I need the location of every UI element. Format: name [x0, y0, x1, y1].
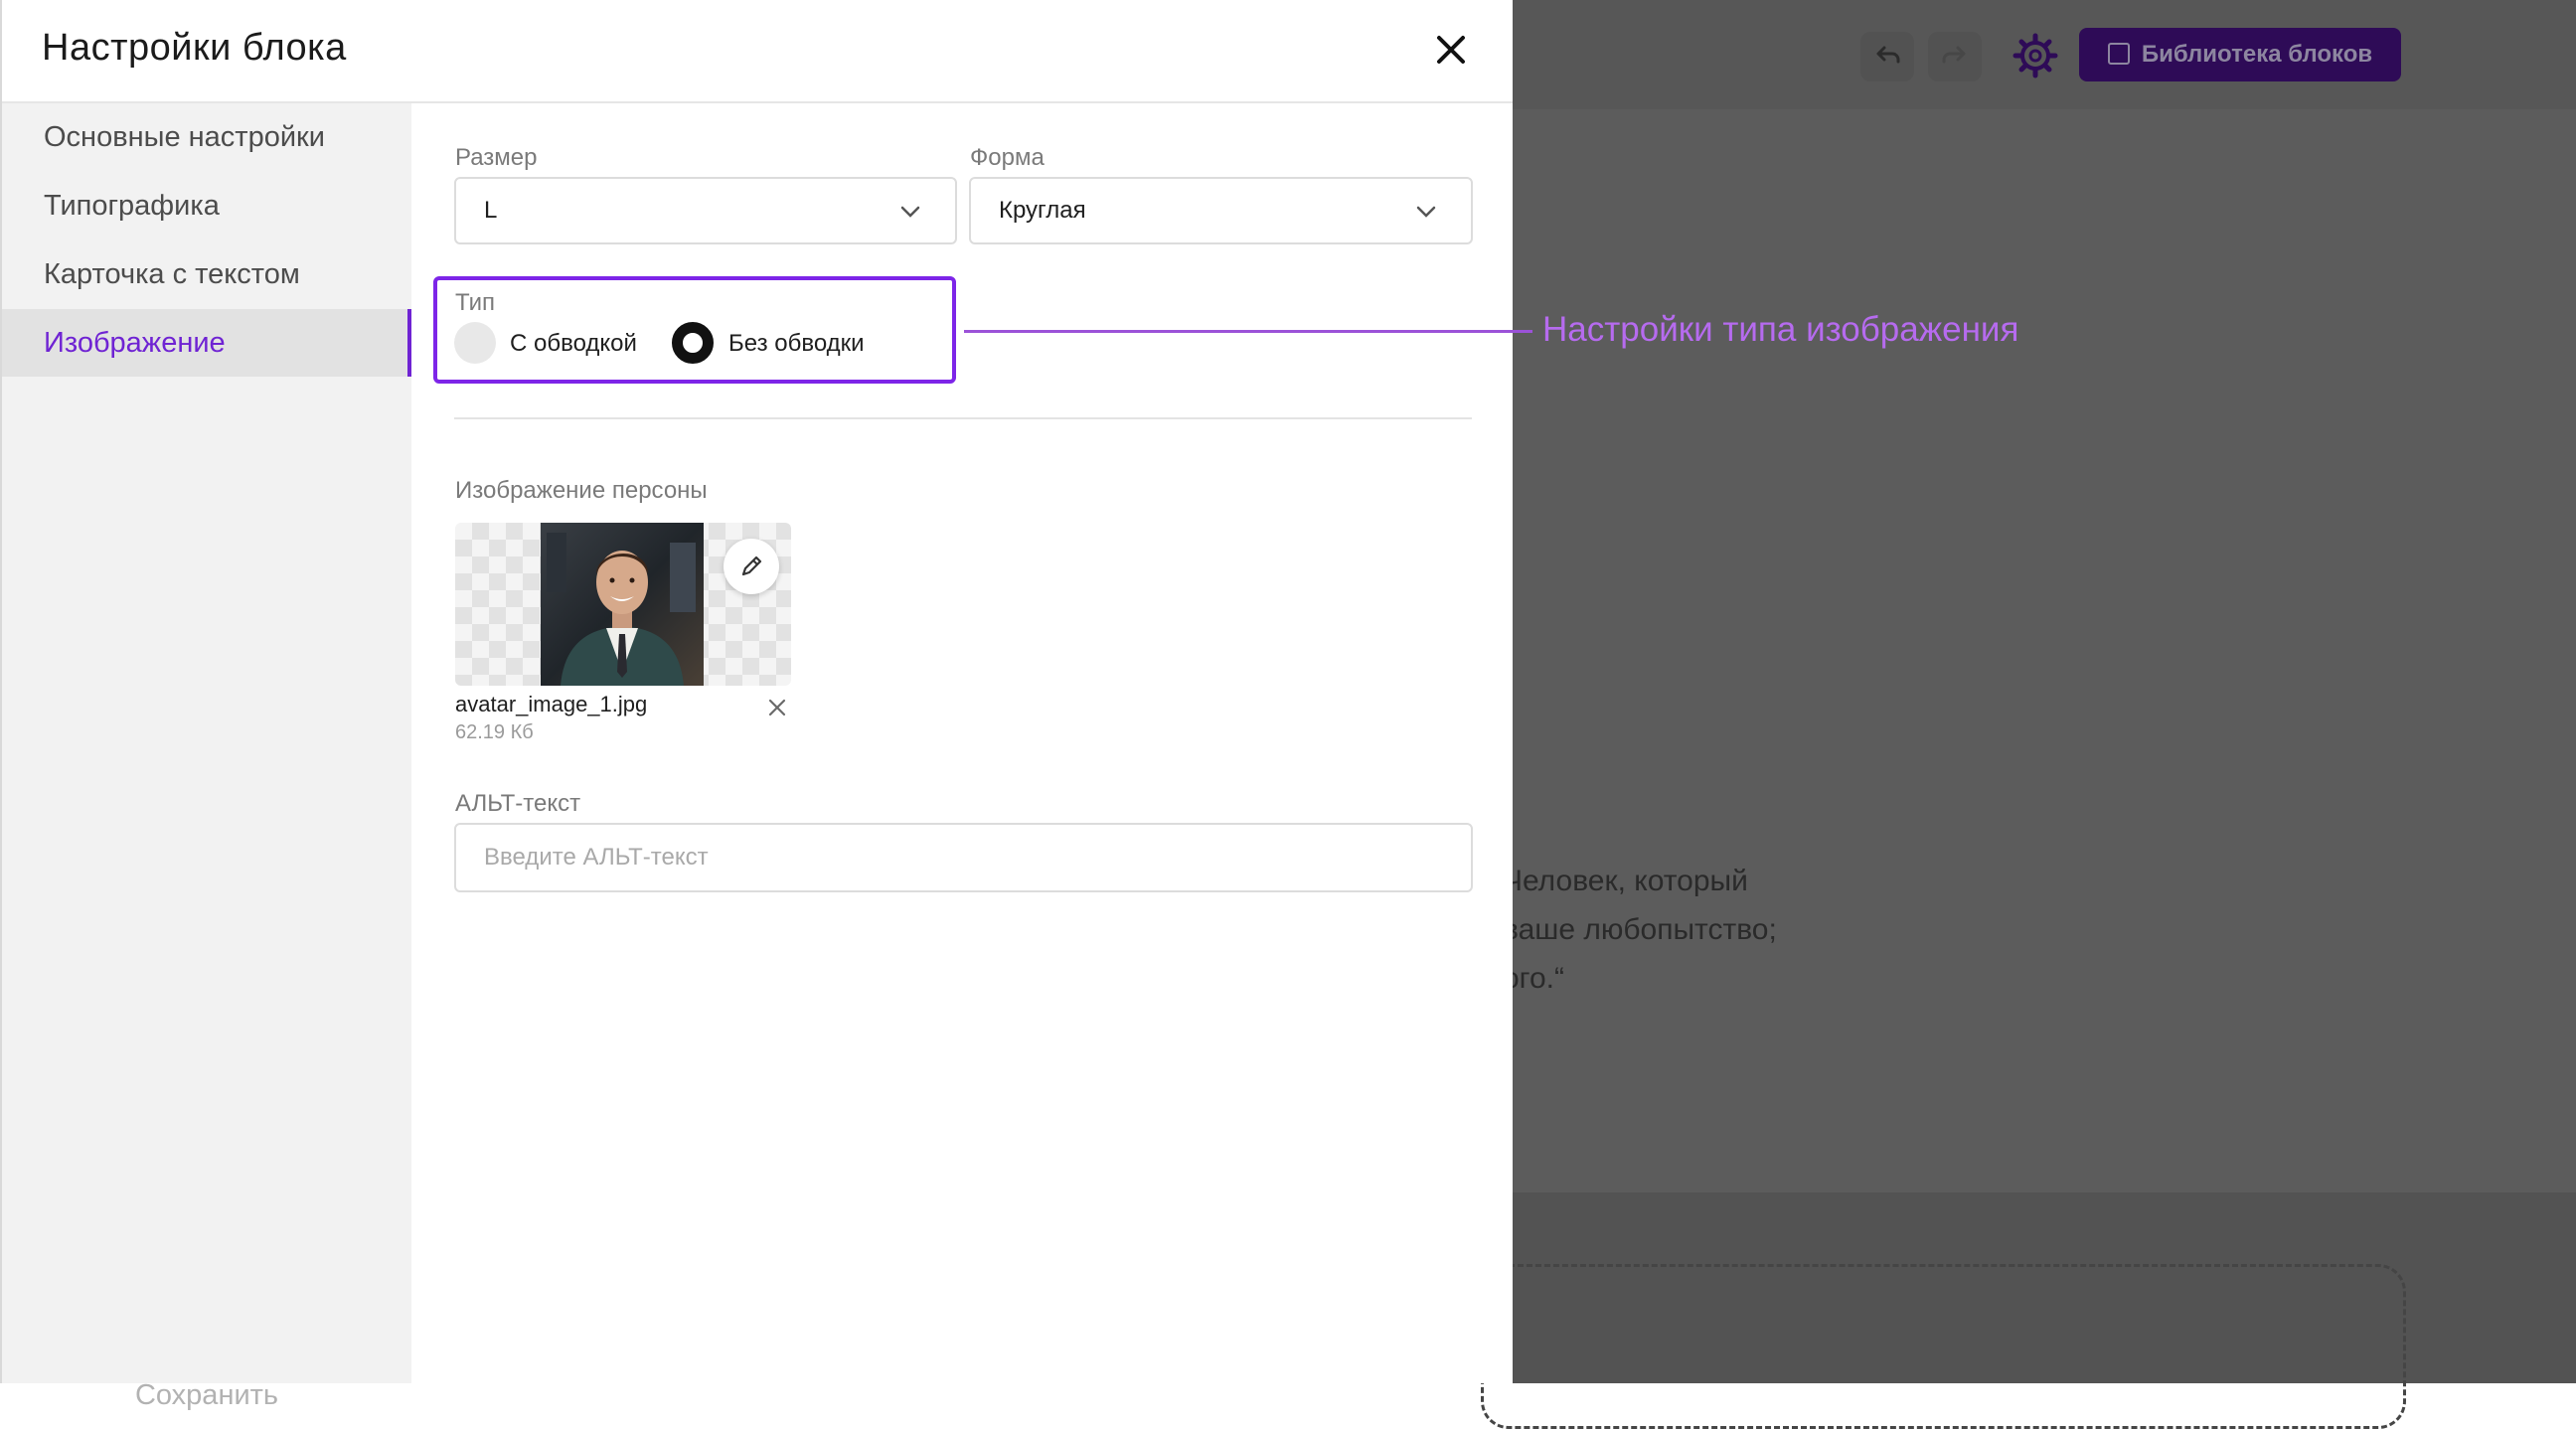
alt-text-label: АЛЬТ-текст: [455, 790, 581, 817]
drop-zone: [1481, 1264, 2406, 1429]
radio-with-border[interactable]: [454, 322, 496, 364]
chevron-down-icon: [1416, 206, 1436, 218]
sidebar-item-text-card[interactable]: Карточка с текстом: [2, 240, 411, 308]
annotation-line: [964, 330, 1532, 333]
image-file-name: avatar_image_1.jpg: [455, 692, 648, 716]
shape-value: Круглая: [999, 197, 1086, 224]
shape-label: Форма: [970, 144, 1045, 171]
undo-icon[interactable]: [1860, 32, 1914, 81]
size-select[interactable]: L: [454, 177, 957, 244]
remove-image-button[interactable]: [765, 696, 789, 719]
gear-icon[interactable]: [2010, 30, 2061, 81]
shape-select[interactable]: Круглая: [969, 177, 1473, 244]
chevron-down-icon: [900, 206, 920, 218]
type-label: Тип: [455, 289, 496, 316]
save-button[interactable]: Сохранить: [2, 1379, 411, 1412]
size-label: Размер: [455, 144, 538, 171]
divider: [454, 417, 1472, 419]
quote-line: Человек, который: [1503, 865, 1748, 897]
size-value: L: [484, 197, 498, 224]
library-icon: [2107, 43, 2130, 65]
person-image-label: Изображение персоны: [455, 477, 708, 504]
image-file-size: 62.19 Кб: [455, 721, 534, 743]
alt-text-input[interactable]: [454, 823, 1473, 892]
close-icon: [768, 699, 786, 716]
background-quote: Человек, который ваше любопытство; ого.“: [1503, 857, 1777, 1003]
panel-title: Настройки блока: [42, 27, 347, 69]
block-library-label: Библиотека блоков: [2141, 41, 2373, 68]
close-button[interactable]: [1431, 30, 1471, 70]
block-settings-panel: Настройки блока Основные настройки Типог…: [0, 0, 1513, 1411]
person-photo: [541, 523, 704, 686]
radio-without-border[interactable]: [672, 322, 714, 364]
close-icon: [1437, 36, 1465, 64]
block-library-button[interactable]: Библиотека блоков: [2079, 28, 2401, 81]
settings-sidebar: Основные настройки Типографика Карточка …: [2, 103, 411, 1411]
radio-without-border-label[interactable]: Без обводки: [728, 330, 865, 358]
annotation-text: Настройки типа изображения: [1542, 310, 2019, 349]
sidebar-item-main-settings[interactable]: Основные настройки: [2, 103, 411, 171]
panel-header: Настройки блока: [2, 0, 1513, 103]
pencil-icon: [741, 556, 762, 576]
quote-line: ого.“: [1503, 962, 1564, 995]
editor-canvas: [1511, 109, 2576, 1192]
edit-image-button[interactable]: [724, 539, 779, 594]
radio-with-border-label[interactable]: С обводкой: [510, 330, 637, 358]
sidebar-item-image[interactable]: Изображение: [2, 309, 411, 377]
sidebar-item-typography[interactable]: Типографика: [2, 172, 411, 239]
redo-icon[interactable]: [1928, 32, 1982, 81]
quote-line: ваше любопытство;: [1503, 913, 1777, 946]
